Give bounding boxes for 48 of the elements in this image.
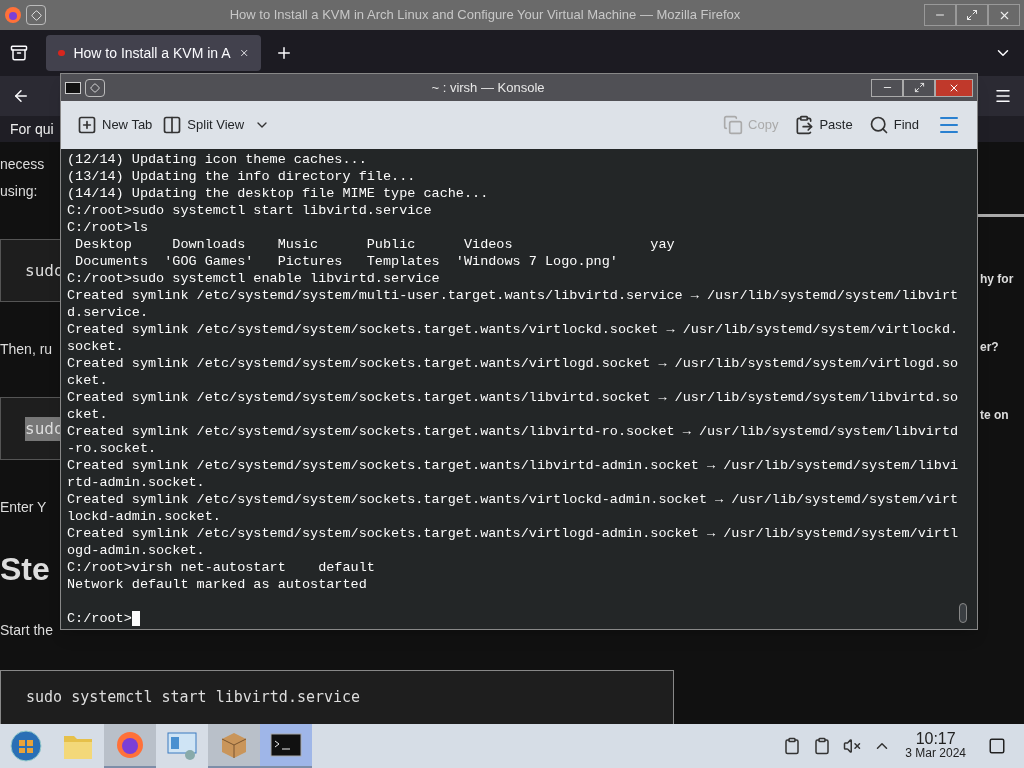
paragraph-text: Start the xyxy=(0,621,54,640)
terminal-line: Created symlink /etc/systemd/system/sockets.target.wants/libvirtd-admin.socket → /usr/lib/systemd/system/libvi xyxy=(67,457,959,474)
tab-title: How to Install a KVM in A xyxy=(73,43,231,63)
sidebar-text: te on xyxy=(980,407,1010,424)
terminal-line: (14/14) Updating the desktop file MIME type cache... xyxy=(67,185,490,202)
paragraph-text: Then, ru xyxy=(0,340,54,359)
clock-time: 10:17 xyxy=(915,731,956,746)
toolbar-button[interactable]: New Tab xyxy=(77,115,153,135)
terminal-line: Created symlink /etc/systemd/system/sockets.target.wants/virtlockd.socket → /usr/lib/systemd/system/virtlockd. xyxy=(67,321,959,338)
paragraph-text: Enter Y xyxy=(0,498,48,517)
sidebar-text: hy for xyxy=(980,271,1014,288)
window-title: ~ : virsh — Konsole xyxy=(430,78,546,97)
toolbar-button[interactable]: Paste xyxy=(794,115,853,135)
terminal-line: Documents 'GOG Games' Pictures Templates 'Windows 7 Logo.png' xyxy=(74,253,619,270)
terminal-line: Created symlink /etc/systemd/system/sockets.target.wants/libvirtd.socket → /usr/lib/systemd/system/libvirtd.so xyxy=(67,389,959,406)
terminal-line: Created symlink /etc/systemd/system/sockets.target.wants/libvirtd-ro.socket → /usr/lib/systemd/system/libvirtd xyxy=(67,423,959,440)
terminal-line: cket. xyxy=(67,372,109,389)
terminal-line: Created symlink /etc/systemd/system/sockets.target.wants/virtlogd.socket → /usr/lib/systemd/system/virtlogd.so xyxy=(67,355,959,372)
clock-date: 3 Mar 2024 xyxy=(905,746,966,761)
terminal-line: ogd-admin.socket. xyxy=(67,542,206,559)
terminal-line: d.service. xyxy=(67,304,149,321)
toolbar-button[interactable]: Split View xyxy=(162,115,245,135)
terminal-line: rtd-admin.socket. xyxy=(67,474,206,491)
terminal-line: C:/root>sudo systemctl enable libvirtd.service xyxy=(67,270,441,287)
terminal-line: Created symlink /etc/systemd/system/multi-user.target.wants/libvirtd.service → /usr/lib/systemd/system/libvirt xyxy=(67,287,959,304)
paragraph-text: using: xyxy=(0,182,39,201)
code-text: sudo systemctl start libvirtd.service xyxy=(26,687,361,709)
terminal-line: cket. xyxy=(67,406,109,423)
terminal-prompt: C:/root> xyxy=(67,610,132,627)
section-heading: Ste xyxy=(0,550,51,589)
terminal-line: Network default marked as autostarted xyxy=(67,576,368,593)
terminal-line: lockd-admin.socket. xyxy=(67,508,222,525)
terminal-line: C:/root>sudo systemctl start libvirtd.service xyxy=(67,202,433,219)
terminal-line: Desktop Downloads Music Public Videos yay xyxy=(74,236,676,253)
terminal-line: C:/root>ls xyxy=(67,219,149,236)
browser-tab[interactable]: How to Install a KVM in A xyxy=(46,35,261,71)
terminal-line: C:/root>virsh net-autostart default xyxy=(67,559,376,576)
terminal-line: (13/14) Updating the info directory file... xyxy=(67,168,417,185)
terminal-line: (12/14) Updating icon theme caches... xyxy=(67,151,368,168)
terminal-line: Created symlink /etc/systemd/system/sockets.target.wants/virtlogd-admin.socket → /usr/lib/systemd/system/virtl xyxy=(67,525,959,542)
window-title: How to Install a KVM in Arch Linux and Configure Your Virtual Machine — Mozilla Firefox xyxy=(228,6,742,25)
terminal-line: socket. xyxy=(67,338,125,355)
paragraph-text: necess xyxy=(0,155,46,174)
notice-text: For qui xyxy=(10,119,54,139)
toolbar-button[interactable]: Find xyxy=(868,115,919,135)
sidebar-text: er? xyxy=(980,339,1000,356)
terminal-line: Created symlink /etc/systemd/system/sockets.target.wants/virtlockd-admin.socket → /usr/lib/systemd/system/virt xyxy=(67,491,959,508)
terminal-line: -ro.socket. xyxy=(67,440,158,457)
